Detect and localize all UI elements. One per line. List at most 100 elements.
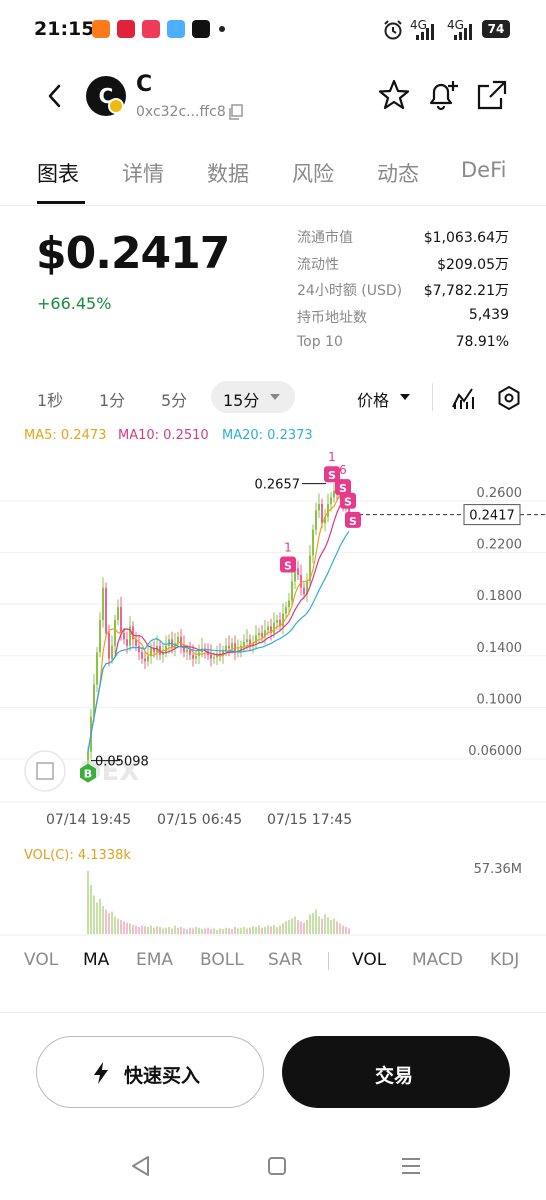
volume-bar — [165, 927, 167, 934]
settings-icon[interactable] — [496, 385, 522, 411]
volume-bar — [201, 929, 203, 934]
sub-indicator-kdj[interactable]: KDJ — [490, 950, 519, 970]
indicator-vol[interactable]: VOL — [24, 950, 58, 970]
candle-body — [267, 626, 269, 631]
volume-bar — [246, 928, 248, 934]
tab-details[interactable]: 详情 — [122, 158, 164, 188]
copy-icon[interactable] — [228, 104, 244, 120]
candle-body — [138, 645, 140, 653]
interval-15m[interactable]: 15分 — [223, 387, 259, 411]
volume-bar — [291, 918, 293, 934]
current-price-label: 0.2417 — [469, 509, 515, 524]
tab-risk[interactable]: 风险 — [292, 158, 334, 188]
candle-body — [99, 620, 101, 653]
alarm-icon — [384, 20, 402, 40]
volume-bar — [273, 924, 275, 934]
indicator-ema[interactable]: EMA — [136, 950, 173, 970]
tab-activity[interactable]: 动态 — [377, 158, 419, 188]
volume-bar — [300, 921, 302, 934]
indicator-sar[interactable]: SAR — [268, 950, 303, 970]
volume-bar — [150, 925, 152, 934]
volume-bar — [195, 927, 197, 934]
toolbar-divider — [432, 383, 433, 411]
app-icon-2 — [117, 20, 135, 38]
candle-body — [231, 643, 233, 649]
add-alert-icon[interactable] — [425, 78, 461, 112]
y-tick-label: 0.2600 — [477, 486, 523, 501]
tab-chart[interactable]: 图表 — [37, 158, 79, 188]
volume-bar — [147, 927, 149, 934]
marker-label: S — [328, 469, 336, 482]
volume-bar — [168, 927, 170, 934]
stat-value-top10: 78.91% — [455, 334, 509, 350]
back-arrow-icon[interactable] — [44, 82, 66, 110]
candle-body — [276, 620, 278, 623]
candlestick-chart[interactable]: 0.26000.22000.18000.14000.10000.06000DEX… — [0, 450, 546, 810]
candle-body — [282, 613, 284, 627]
active-tab-indicator — [37, 201, 85, 204]
interval-5m[interactable]: 5分 — [161, 387, 187, 411]
volume-bar — [276, 927, 278, 934]
nav-recents-icon[interactable] — [400, 1154, 422, 1178]
interval-1m[interactable]: 1分 — [99, 387, 125, 411]
price-type-select[interactable]: 价格 — [357, 387, 389, 411]
volume-bar — [123, 921, 125, 934]
candle-body — [120, 607, 122, 633]
marker-count: 1 — [284, 541, 292, 555]
marker-count: 1 — [328, 450, 336, 464]
volume-bar — [249, 927, 251, 934]
nav-home-icon[interactable] — [266, 1154, 288, 1178]
star-icon[interactable] — [377, 78, 411, 112]
sub-indicator-vol[interactable]: VOL — [352, 950, 386, 970]
indicator-ma[interactable]: MA — [83, 950, 109, 970]
candle-body — [117, 607, 119, 620]
candle-body — [318, 503, 320, 511]
ma5-line — [87, 494, 350, 752]
candle-body — [105, 587, 107, 633]
volume-bar — [333, 918, 335, 934]
indicator-chart-icon[interactable] — [450, 385, 476, 411]
share-icon[interactable] — [475, 78, 509, 112]
section-divider — [0, 1012, 546, 1013]
token-name: C — [136, 72, 153, 97]
volume-bar — [87, 871, 89, 934]
candle-body — [273, 622, 275, 633]
volume-bar — [270, 926, 272, 934]
volume-bar — [234, 927, 236, 934]
interval-1s[interactable]: 1秒 — [37, 387, 63, 411]
volume-bar — [153, 927, 155, 934]
volume-bar — [216, 929, 218, 934]
nav-back-icon[interactable] — [129, 1154, 151, 1178]
sub-indicator-macd[interactable]: MACD — [412, 950, 463, 970]
stat-value-volume-24h: $7,782.21万 — [423, 283, 509, 299]
volume-bar — [189, 927, 191, 934]
volume-bar — [213, 928, 215, 934]
stat-label-market-cap: 流通市值 — [297, 230, 353, 246]
volume-bar — [231, 929, 233, 934]
volume-bar — [114, 916, 116, 934]
volume-bar — [243, 927, 245, 934]
price-type-caret-icon — [400, 394, 410, 400]
volume-bar — [198, 927, 200, 934]
app-icon-1 — [92, 20, 110, 38]
low-price-label: 0.05098 — [95, 755, 149, 770]
marker-label: B — [84, 768, 92, 781]
x-tick: 07/15 06:45 — [157, 812, 243, 828]
lightning-icon — [94, 1062, 108, 1084]
volume-bar — [345, 927, 347, 934]
volume-bar — [303, 922, 305, 934]
volume-max-label: 57.36M — [473, 862, 522, 877]
tab-data[interactable]: 数据 — [207, 158, 249, 188]
volume-bar — [228, 928, 230, 934]
volume-bar — [162, 928, 164, 934]
stat-value-liquidity: $209.05万 — [437, 257, 509, 273]
volume-bar — [342, 925, 344, 934]
volume-bar — [219, 928, 221, 934]
ma10-line — [87, 502, 350, 752]
volume-bar — [183, 928, 185, 934]
tab-defi[interactable]: DeFi — [461, 158, 506, 182]
volume-bar — [102, 906, 104, 934]
indicator-boll[interactable]: BOLL — [200, 950, 244, 970]
volume-bar — [339, 923, 341, 934]
candle-body — [333, 491, 335, 498]
